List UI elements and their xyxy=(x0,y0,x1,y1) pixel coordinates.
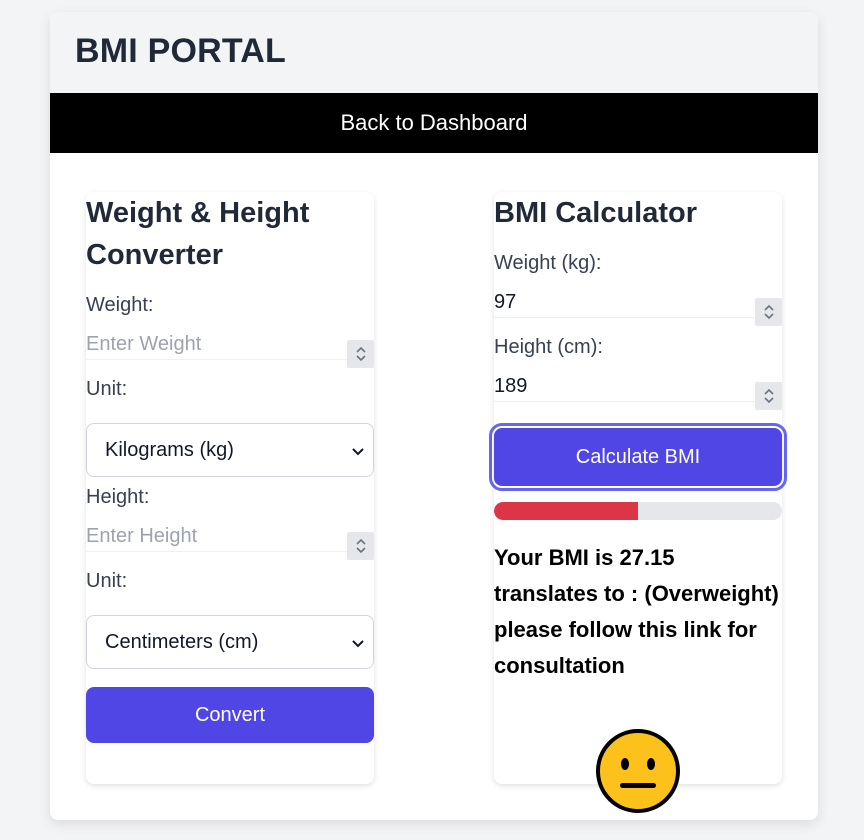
calculator-weight-input[interactable] xyxy=(494,288,782,318)
bmi-progress-fill xyxy=(494,502,638,520)
portal-header: BMI PORTAL xyxy=(50,12,818,93)
converter-weight-label: Weight: xyxy=(86,294,154,316)
bmi-portal-card: BMI PORTAL Back to Dashboard Weight & He… xyxy=(50,12,818,820)
weight-unit-select[interactable]: Kilograms (kg) xyxy=(86,423,374,477)
converter-height-input[interactable] xyxy=(86,522,374,552)
chevron-down-icon xyxy=(351,634,365,657)
converter-height-unit-label: Unit: xyxy=(86,570,128,592)
neutral-face-icon xyxy=(595,728,681,819)
height-unit-selected: Centimeters (cm) xyxy=(105,630,259,653)
weight-unit-selected: Kilograms (kg) xyxy=(105,438,234,461)
page-title: BMI PORTAL xyxy=(75,32,287,70)
calc-weight-stepper-icon[interactable] xyxy=(755,298,782,326)
calculator-title: BMI Calculator xyxy=(494,197,698,229)
height-unit-select[interactable]: Centimeters (cm) xyxy=(86,615,374,669)
convert-button[interactable]: Convert xyxy=(86,687,374,743)
bmi-calculator-card: BMI Calculator Weight (kg): Height (cm):… xyxy=(489,192,787,813)
back-to-dashboard-button[interactable]: Back to Dashboard xyxy=(50,93,818,153)
converter-weight-unit-label: Unit: xyxy=(86,378,128,400)
weight-stepper-icon[interactable] xyxy=(347,340,374,368)
converter-height-label: Height: xyxy=(86,486,150,508)
calculate-bmi-button[interactable]: Calculate BMI xyxy=(489,423,787,491)
calc-height-stepper-icon[interactable] xyxy=(755,382,782,410)
calculator-height-label: Height (cm): xyxy=(494,336,603,358)
calculator-weight-label: Weight (kg): xyxy=(494,252,602,274)
calculator-height-input[interactable] xyxy=(494,372,782,402)
bmi-result-text: Your BMI is 27.15 translates to : (Overw… xyxy=(494,545,779,678)
converter-weight-input[interactable] xyxy=(86,330,374,360)
chevron-down-icon xyxy=(351,442,365,465)
bmi-progress-bar xyxy=(494,502,782,520)
converter-title: Weight & Height Converter xyxy=(86,197,310,271)
converter-card: Weight & Height Converter Weight: Unit: … xyxy=(86,192,374,784)
height-stepper-icon[interactable] xyxy=(347,532,374,560)
